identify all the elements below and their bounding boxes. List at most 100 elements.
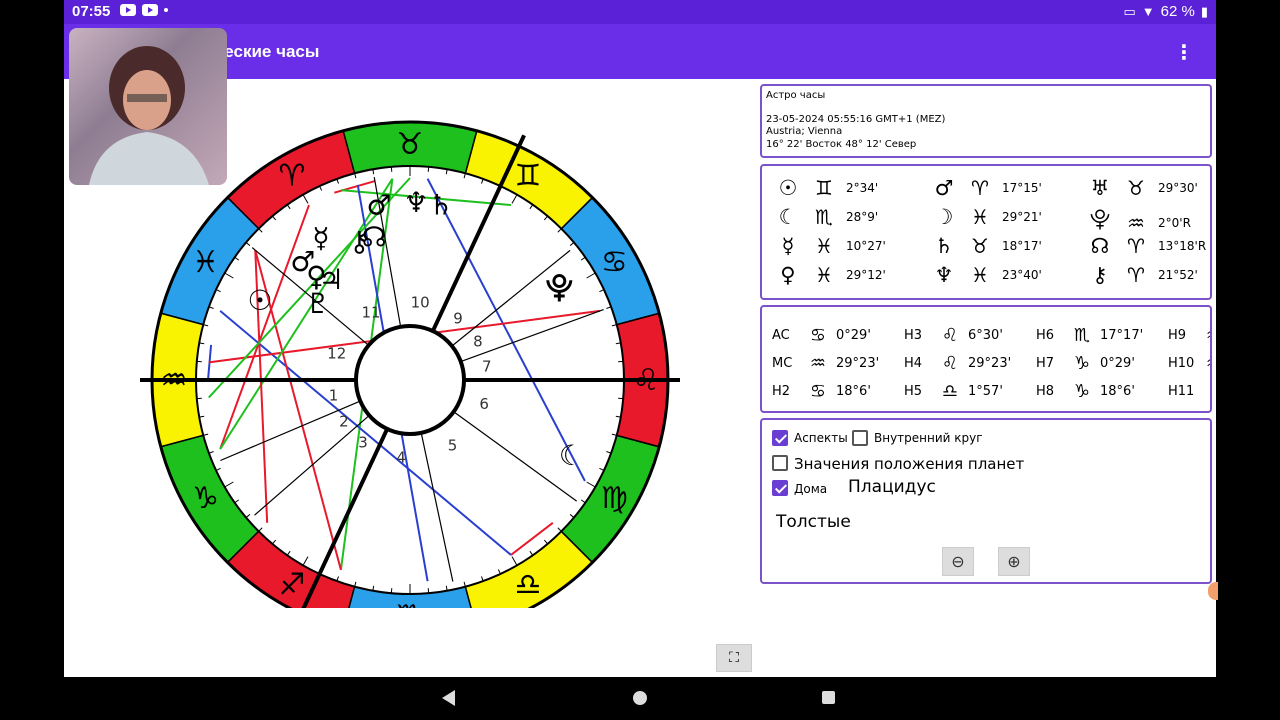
planet-glyph-icon: ♆ xyxy=(404,186,429,219)
house-label: H3 xyxy=(904,328,923,343)
house-degree: 18°6' xyxy=(1100,384,1135,399)
sign-glyph-icon: ♓ xyxy=(971,263,989,287)
planet-values-label: Значения положения планет xyxy=(794,455,1025,473)
house-row: MC ♒ 29°23' xyxy=(772,353,879,374)
planet-degree: 10°27' xyxy=(846,239,886,253)
house-sign-icon: ♋ xyxy=(809,325,827,346)
home-icon[interactable] xyxy=(633,691,647,705)
house-number: 3 xyxy=(358,433,368,451)
battery-icon: ▮ xyxy=(1200,3,1208,19)
house-row: H10♒ xyxy=(1168,353,1210,374)
back-icon[interactable] xyxy=(442,690,455,706)
sign-glyph-icon: ♓ xyxy=(815,234,833,258)
line-style-select[interactable]: Толстые xyxy=(776,512,851,532)
sign-glyph-icon: ♏ xyxy=(815,205,833,229)
house-row: AC ♋ 0°29' xyxy=(772,325,871,346)
planet-row: ☿ ♓ 10°27' xyxy=(770,234,886,258)
info-location: Austria; Vienna xyxy=(766,126,843,137)
house-label: MC xyxy=(772,356,793,371)
house-cusps-panel: AC ♋ 0°29' H3 ♌ 6°30' H6 ♏ 17°17' H9 ♒ MC ♒ 29°23' H4 ♌… xyxy=(760,305,1212,413)
planet-row: ♆ ♓ 23°40' xyxy=(926,263,1042,287)
zoom-in-button[interactable]: ⊕ xyxy=(998,547,1030,576)
house-sign-icon: ♒ xyxy=(1198,325,1210,346)
house-system-select[interactable]: Плацидус xyxy=(848,477,936,497)
planet-glyph-icon: ♄ xyxy=(428,189,453,222)
house-row: H11- xyxy=(1168,381,1210,402)
overflow-menu-icon[interactable]: ⋮ xyxy=(1174,40,1194,64)
house-row: H5 ♎ 1°57' xyxy=(904,381,1003,402)
app-bar: неские часы ⋮ xyxy=(64,24,1216,79)
planet-glyph-icon: ☊ xyxy=(1090,234,1110,258)
planet-degree: 2°0'R xyxy=(1158,215,1191,230)
zoom-out-button[interactable]: ⊖ xyxy=(942,547,974,576)
house-number: 5 xyxy=(448,436,458,454)
houses-label: Дома xyxy=(794,482,828,496)
sign-glyph-icon: ♉ xyxy=(1127,176,1145,200)
house-degree: 0°29' xyxy=(1100,356,1135,371)
house-label: H4 xyxy=(904,356,923,371)
planet-glyph-icon: ♂ xyxy=(367,189,392,222)
house-label: H9 xyxy=(1168,328,1187,343)
house-row: H2 ♋ 18°6' xyxy=(772,381,871,402)
planet-degree: 18°17' xyxy=(1002,239,1042,253)
fullscreen-button[interactable]: ⛶ xyxy=(716,644,752,672)
house-number: 7 xyxy=(482,357,492,375)
planet-glyph-icon: ☉ xyxy=(247,284,272,317)
sign-glyph-icon: ♈ xyxy=(1127,234,1145,258)
zodiac-sign-icon: ♈ xyxy=(279,159,306,194)
house-row: H8 ♑ 18°6' xyxy=(1036,381,1135,402)
planet-degree: 29°21' xyxy=(1002,210,1042,224)
zodiac-sign-icon: ♊ xyxy=(515,159,542,194)
house-number: 9 xyxy=(453,310,463,328)
sign-glyph-icon: ♈ xyxy=(971,176,989,200)
planet-degree: 29°30' xyxy=(1158,181,1198,195)
planet-glyph-icon: ☉ xyxy=(778,176,798,200)
house-label: H6 xyxy=(1036,328,1055,343)
status-time: 07:55 xyxy=(72,3,111,20)
house-number: 6 xyxy=(479,395,489,413)
planet-glyph-icon: ☾ xyxy=(559,439,584,472)
info-title: Астро часы xyxy=(766,90,826,101)
planet-glyph-icon: ♀ xyxy=(780,263,796,287)
edge-handle[interactable] xyxy=(1208,582,1218,600)
planet-row: ⚷ ♈ 21°52' xyxy=(1082,263,1198,287)
zodiac-sign-icon: ♉ xyxy=(397,127,424,162)
house-number: 12 xyxy=(327,344,346,362)
planet-glyph-icon: ☿ xyxy=(781,234,795,258)
planet-degree: 21°52' xyxy=(1158,268,1198,282)
house-degree: 17°17' xyxy=(1100,328,1144,343)
planet-glyph-icon: ☊ xyxy=(362,220,387,253)
planet-row: ☉ ♊ 2°34' xyxy=(770,176,879,200)
inner-circle-checkbox[interactable] xyxy=(852,430,868,446)
house-sign-icon: ♌ xyxy=(941,353,959,374)
sign-glyph-icon: ♈ xyxy=(1127,263,1145,287)
house-degree: 29°23' xyxy=(836,356,880,371)
house-degree: 18°6' xyxy=(836,384,871,399)
system-nav-bar xyxy=(64,677,1216,720)
recents-icon[interactable] xyxy=(822,691,835,704)
planet-glyph-icon: ⯓ xyxy=(546,271,573,304)
house-row: H7 ♑ 0°29' xyxy=(1036,353,1135,374)
sign-glyph-icon: ♓ xyxy=(971,205,989,229)
wifi-icon: ▼ xyxy=(1141,4,1155,19)
planet-glyph-icon: ♇ xyxy=(306,287,331,320)
houses-checkbox[interactable] xyxy=(772,480,788,496)
astro-wheel-chart[interactable]: ♈♓♒♑♐♏♎♍♌♋♊♉123456789101112♂♆♄☿⚷☊♀☉♂♃⯓☾♇ xyxy=(140,118,680,608)
planet-row: ♂ ♈ 17°15' xyxy=(926,176,1042,200)
house-sign-icon: ♌ xyxy=(941,325,959,346)
planet-glyph-icon: ☽ xyxy=(934,205,954,229)
house-degree: 6°30' xyxy=(968,328,1003,343)
planet-degree: 28°9' xyxy=(846,210,879,224)
planet-row: ♅ ♉ 29°30' xyxy=(1082,176,1198,200)
house-number: 4 xyxy=(396,448,406,466)
aspects-checkbox[interactable] xyxy=(772,430,788,446)
house-row: H6 ♏ 17°17' xyxy=(1036,325,1143,346)
planet-values-checkbox[interactable] xyxy=(772,455,788,471)
planet-degree: 29°12' xyxy=(846,268,886,282)
planet-row: ☾ ♏ 28°9' xyxy=(770,205,879,229)
house-sign-icon: ♑ xyxy=(1073,353,1091,374)
cast-icon: ▭ xyxy=(1123,3,1136,19)
sign-glyph-icon: ♉ xyxy=(971,234,989,258)
planet-glyph-icon: ♆ xyxy=(934,263,954,287)
zodiac-sign-icon: ♎ xyxy=(515,567,542,602)
